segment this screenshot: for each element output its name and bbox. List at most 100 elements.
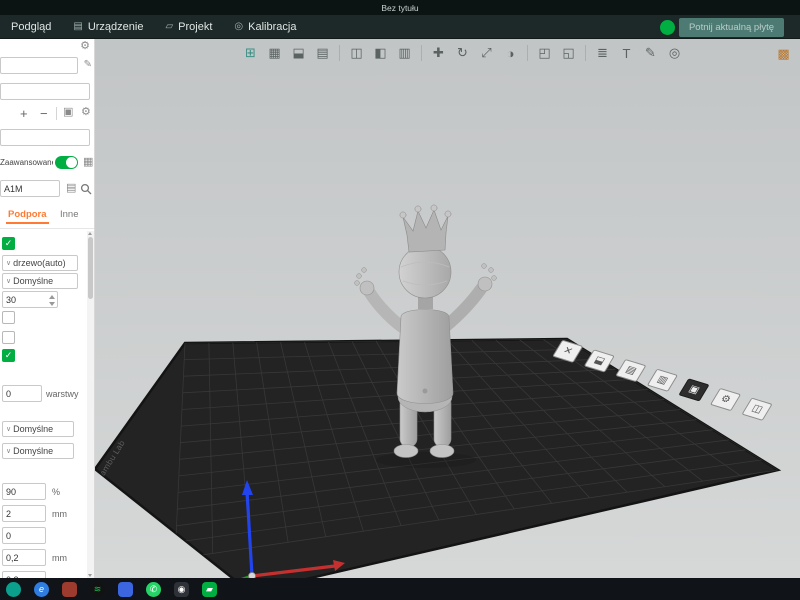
whatsapp-icon[interactable]: ✆ [146, 582, 161, 597]
mirror-icon[interactable]: ◑ [500, 43, 521, 63]
toggle-knob [66, 157, 77, 168]
viewport-3d[interactable]: Bambu Lab Bambu Lab [95, 39, 800, 578]
check-icon: ✓ [5, 238, 13, 249]
sidebar-scrollbar[interactable] [87, 231, 94, 578]
preset-input[interactable] [0, 129, 90, 146]
tab-support[interactable]: Podpora [8, 209, 47, 220]
spin-down-icon[interactable] [49, 302, 55, 306]
split-objects-icon[interactable]: ◰ [534, 43, 555, 63]
plate-settings-icon[interactable]: ⊞ [240, 43, 261, 63]
toolbar-divider [585, 45, 586, 61]
distance-input[interactable]: 2 [2, 505, 46, 522]
bottom-gap-input[interactable]: 0,2 [2, 571, 46, 578]
tab-calibration[interactable]: ◎ Kalibracja [223, 15, 307, 38]
toolbar-divider [339, 45, 340, 61]
scroll-up-icon[interactable] [88, 232, 92, 235]
slice-button[interactable]: Potnij aktualną płytę [679, 18, 784, 37]
layers-icon[interactable]: ≣ [592, 43, 613, 63]
interface-filament-select[interactable]: ∨ Domyślne [2, 443, 74, 459]
base-layers-input[interactable]: 0 [2, 527, 46, 544]
scene-canvas: Bambu Lab Bambu Lab [95, 39, 800, 578]
structure-view-icon[interactable]: ▦ [83, 157, 93, 168]
spin-up-icon[interactable] [49, 295, 55, 299]
option-checkbox-4[interactable]: ✓ [2, 349, 15, 362]
auto-arrange-icon[interactable]: ▦ [264, 43, 285, 63]
sidebar: ⚙ ✎ + − ▣ ⚙ Zaawansowane ▦ A1M ▤ Podpora… [0, 39, 95, 578]
printer-select[interactable] [0, 83, 90, 100]
distance-unit-label: mm [52, 509, 67, 519]
paint-icon[interactable]: ✎ [640, 43, 661, 63]
divider [0, 228, 95, 229]
measure-icon[interactable]: ◎ [664, 43, 685, 63]
slice-button-group: Potnij aktualną płytę [660, 18, 784, 37]
top-gap-input[interactable]: 0,2 [2, 549, 46, 566]
support-type-select[interactable]: ∨ drzewo(auto) [2, 255, 78, 271]
printer-model-field[interactable]: A1M [0, 180, 60, 197]
filament-settings-icon[interactable]: ⚙ [81, 107, 91, 118]
chevron-down-icon: ∨ [6, 426, 11, 433]
arrange-plate-icon[interactable]: ▩ [773, 44, 794, 64]
edit-icon[interactable]: ✎ [84, 60, 92, 70]
project-name-input[interactable] [0, 57, 78, 74]
edge-icon[interactable]: e [34, 582, 49, 597]
tab-preview[interactable]: Podgląd [0, 15, 62, 38]
search-icon[interactable] [80, 183, 92, 195]
scale-icon[interactable]: ⤢ [476, 43, 497, 63]
tab-other[interactable]: Inne [60, 209, 79, 220]
density-input[interactable]: 90 [2, 483, 46, 500]
check-icon: ✓ [5, 350, 13, 361]
split-parts-icon[interactable]: ◱ [558, 43, 579, 63]
menubar: Podgląd ▤ Urządzenie ▱ Projekt ◎ Kalibra… [0, 15, 800, 39]
option-checkbox-3[interactable] [2, 331, 15, 344]
paste-icon[interactable]: ◧ [370, 43, 391, 63]
support-enable-checkbox[interactable]: ✓ [2, 237, 15, 250]
app-icon-5[interactable] [118, 582, 133, 597]
scrollbar-thumb[interactable] [88, 237, 93, 299]
sync-filament-icon[interactable]: ▣ [63, 107, 73, 118]
support-filament-select[interactable]: ∨ Domyślne [2, 421, 74, 437]
toolbar-divider [527, 45, 528, 61]
chevron-down-icon: ∨ [6, 278, 11, 285]
divider [56, 107, 57, 120]
device-icon: ▤ [73, 21, 82, 32]
advanced-toggle[interactable] [55, 156, 78, 169]
project-icon: ▱ [165, 21, 173, 32]
layers-unit-label: warstwy [46, 389, 79, 399]
toolbar-divider [421, 45, 422, 61]
app-icon-1[interactable] [6, 582, 21, 597]
text-icon[interactable]: T [616, 43, 637, 63]
bambu-studio-icon[interactable]: ▰ [202, 582, 217, 597]
plate-logo-front: Bambu Lab [482, 545, 534, 562]
support-filament-value: Domyślne [13, 424, 53, 434]
import-icon[interactable]: ⬓ [288, 43, 309, 63]
compare-preset-icon[interactable]: ▤ [66, 183, 76, 194]
camera-app-icon[interactable]: ◉ [174, 582, 189, 597]
gear-icon[interactable]: ⚙ [80, 41, 90, 52]
chevron-down-icon: ∨ [6, 260, 11, 267]
rotate-icon[interactable]: ↻ [452, 43, 473, 63]
layers-input[interactable]: 0 [2, 385, 42, 402]
interface-filament-value: Domyślne [13, 446, 53, 456]
scroll-down-icon[interactable] [88, 574, 92, 577]
viewport-toolbar: ⊞ ▦ ⬓ ▤ ◫ ◧ ▥ ✚ ↻ ⤢ ◑ ◰ ◱ ≣ T ✎ ◎ [240, 43, 685, 63]
split-view-icon[interactable]: ▤ [312, 43, 333, 63]
copy-icon[interactable]: ◫ [346, 43, 367, 63]
clone-icon[interactable]: ▥ [394, 43, 415, 63]
remove-filament-button[interactable]: − [40, 107, 48, 120]
tab-device-label: Urządzenie [88, 21, 144, 33]
tab-project[interactable]: ▱ Projekt [154, 15, 223, 38]
tab-device[interactable]: ▤ Urządzenie [62, 15, 154, 38]
option-checkbox-2[interactable] [2, 311, 15, 324]
crown [403, 210, 448, 252]
add-filament-button[interactable]: + [20, 107, 28, 120]
move-icon[interactable]: ✚ [428, 43, 449, 63]
spotify-icon[interactable]: ≋ [90, 582, 105, 597]
app-icon-3[interactable] [62, 582, 77, 597]
slice-menu-button[interactable] [660, 20, 675, 35]
support-style-select[interactable]: ∨ Domyślne [2, 273, 78, 289]
window-title: Bez tytułu [381, 3, 418, 13]
chevron-down-icon: ∨ [6, 448, 11, 455]
threshold-angle-input[interactable]: 30 [2, 291, 58, 308]
gap-unit-label: mm [52, 553, 67, 563]
titlebar: Bez tytułu [0, 0, 800, 15]
